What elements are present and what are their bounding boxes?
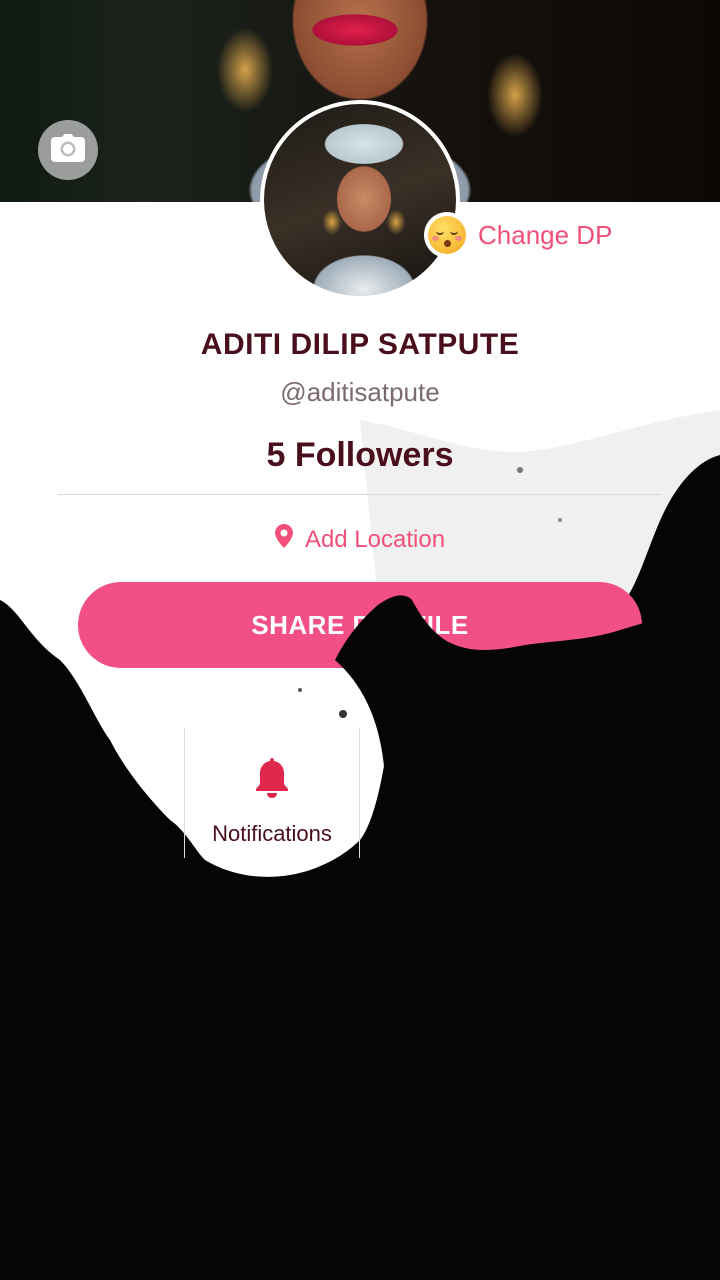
camera-icon <box>51 133 85 167</box>
change-dp-label: Change DP <box>478 219 613 250</box>
divider <box>58 494 662 495</box>
notifications-tile[interactable]: Notifications <box>184 728 360 858</box>
notifications-label: Notifications <box>212 821 332 846</box>
change-cover-button[interactable] <box>38 120 98 180</box>
change-dp-button[interactable]: Change DP <box>424 212 612 258</box>
add-location-link[interactable]: Add Location <box>0 524 720 555</box>
profile-avatar[interactable] <box>260 100 460 300</box>
share-profile-label: SHARE PROFILE <box>251 609 469 640</box>
profile-name: ADITI DILIP SATPUTE <box>200 328 520 361</box>
bell-icon <box>254 756 290 803</box>
profile-handle: @aditisatpute <box>280 377 440 407</box>
kissing-face-icon <box>428 216 466 254</box>
location-pin-icon <box>274 524 293 555</box>
add-location-label: Add Location <box>304 525 446 553</box>
share-profile-button[interactable]: SHARE PROFILE <box>78 582 642 668</box>
followers-count[interactable]: 5 Followers <box>0 436 720 475</box>
emoji-badge <box>424 212 470 258</box>
